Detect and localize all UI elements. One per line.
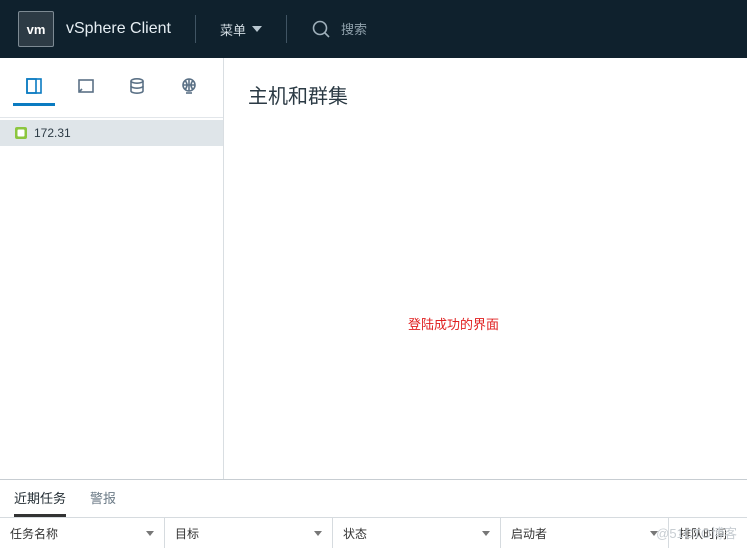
bottom-panel: 近期任务 警报 任务名称目标状态启动者排队时间	[0, 479, 747, 548]
vms-templates-tab-icon[interactable]	[65, 70, 107, 106]
storage-tab-icon[interactable]	[116, 70, 158, 106]
column-label: 状态	[343, 525, 367, 542]
column-header[interactable]: 启动者	[501, 518, 669, 548]
tree-item-label: 172.31	[34, 126, 71, 140]
chevron-down-icon	[146, 531, 154, 536]
menu-label: 菜单	[220, 20, 246, 39]
top-bar: vm vSphere Client 菜单	[0, 0, 747, 58]
chevron-down-icon	[482, 531, 490, 536]
column-header[interactable]: 目标	[165, 518, 333, 548]
tab-recent-tasks[interactable]: 近期任务	[14, 480, 66, 517]
watermark: @51CTO博客	[656, 523, 737, 542]
search-group	[311, 19, 461, 39]
vcenter-icon	[14, 126, 28, 140]
vmware-logo: vm	[18, 11, 54, 47]
menu-button[interactable]: 菜单	[220, 20, 262, 39]
network-tab-icon[interactable]	[168, 70, 210, 106]
page-title: 主机和群集	[248, 80, 723, 109]
column-header[interactable]: 任务名称	[0, 518, 165, 548]
search-input[interactable]	[341, 22, 461, 37]
inventory-tabs	[0, 58, 223, 118]
column-label: 任务名称	[10, 525, 58, 542]
annotation-text: 登陆成功的界面	[408, 314, 499, 333]
tree-item-host[interactable]: 172.31	[0, 120, 223, 146]
tab-alarms[interactable]: 警报	[90, 480, 116, 517]
column-label: 目标	[175, 525, 199, 542]
content-pane: 主机和群集 登陆成功的界面	[224, 58, 747, 479]
search-icon	[311, 19, 331, 39]
bottom-tabs: 近期任务 警报	[0, 480, 747, 518]
sidebar: 172.31	[0, 58, 224, 479]
inventory-tree: 172.31	[0, 118, 223, 146]
brand-label: vSphere Client	[66, 20, 171, 38]
column-label: 启动者	[511, 525, 547, 542]
column-header[interactable]: 状态	[333, 518, 501, 548]
task-columns-row: 任务名称目标状态启动者排队时间	[0, 518, 747, 548]
divider	[286, 15, 287, 43]
divider	[195, 15, 196, 43]
main-area: 172.31 主机和群集 登陆成功的界面	[0, 58, 747, 479]
chevron-down-icon	[252, 26, 262, 32]
hosts-clusters-tab-icon[interactable]	[13, 70, 55, 106]
chevron-down-icon	[314, 531, 322, 536]
